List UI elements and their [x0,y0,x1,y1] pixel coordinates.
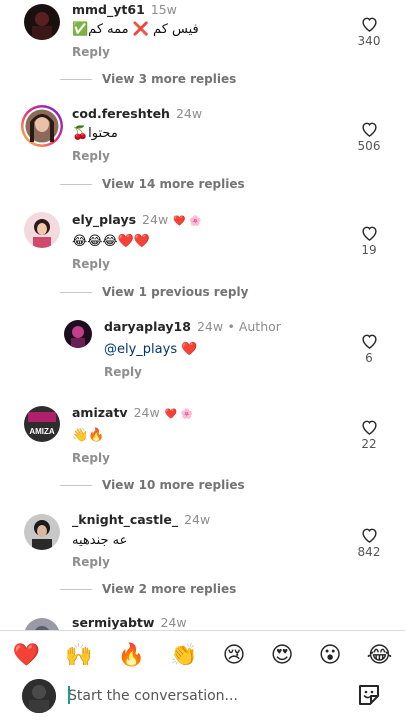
comment-time: 15w [150,2,177,17]
comment-text: فیس کم ❌ ممه کم✅ [72,22,199,37]
comment-time: 24w [196,319,224,334]
avatar[interactable] [24,212,60,248]
avatar[interactable] [24,514,60,550]
reply-button[interactable]: Reply [104,365,142,379]
comment-text-suffix: ❤️ [177,342,198,357]
like-count: 19 [361,243,377,257]
avatar[interactable] [24,618,60,630]
emoji-clapping[interactable]: 👏 [170,645,197,667]
view-more-replies[interactable]: View 14 more replies [60,177,245,191]
like-button[interactable]: 340 [349,16,389,48]
current-user-avatar [22,679,56,713]
comment-time: 24w [142,212,169,227]
emoji-heart-eyes[interactable]: 😍 [271,645,294,667]
heart-icon [361,420,377,435]
avatar[interactable]: AMIZA [24,406,60,442]
reply-button[interactable]: Reply [72,149,110,163]
comment-time: 24w [175,106,203,121]
comment-input[interactable] [68,686,338,706]
avatar[interactable] [64,320,92,348]
heart-icon [361,122,377,137]
comment-username[interactable]: sermiyabtw 24w [72,615,187,630]
comment-username[interactable]: amizatv 24w ❤️ 🌸 [72,405,193,420]
heart-icon [361,334,377,349]
avatar[interactable] [24,4,60,40]
like-button[interactable]: 6 [349,333,389,365]
comment-time: 24w [133,405,160,420]
comment-text: 😂😂😂❤️❤️ [72,234,150,249]
heart-icon [361,226,377,241]
like-count: 842 [357,545,381,559]
comment-text: 👋🔥 [72,428,105,443]
comment-username[interactable]: mmd_yt61 15w [72,2,177,17]
reply-button[interactable]: Reply [72,451,110,465]
emoji-raising-hands[interactable]: 🙌 [65,645,92,667]
like-button[interactable]: 506 [349,121,389,153]
reply-button[interactable]: Reply [72,555,110,569]
badge-icons: ❤️ 🌸 [164,409,194,420]
view-more-replies[interactable]: View 3 more replies [60,72,236,86]
emoji-heart[interactable]: ❤️ [13,645,40,667]
like-button[interactable]: 22 [349,419,389,451]
comments-list[interactable]: mmd_yt61 15w فیس کم ❌ ممه کم✅ Reply 340 V… [0,0,405,630]
author-label: • Author [227,319,281,334]
like-button[interactable]: 19 [349,225,389,257]
badge-icons: ❤️ 🌸 [173,216,202,227]
comment-username[interactable]: cod.fereshteh 24w [72,106,202,121]
comment-username[interactable]: ely_plays 24w ❤️ 🌸 [72,212,202,227]
reply-button[interactable]: Reply [72,257,110,271]
emoji-reaction-bar: ❤️ 🙌 🔥 👏 😢 😍 😮 😂 [0,636,405,676]
reply-button[interactable]: Reply [72,45,110,59]
comment-text: محتوا🍒 [72,126,118,141]
emoji-crying[interactable]: 😢 [223,645,246,667]
comment-time: 24w [184,512,211,527]
view-more-replies[interactable]: View 2 more replies [60,582,236,596]
comment-username[interactable]: _knight_castle_ 24w [72,512,210,527]
heart-icon [361,528,377,543]
comment-text: @ely_plays ❤️ [104,342,197,357]
like-button[interactable]: 842 [349,527,389,559]
comment-time: 24w [160,615,187,630]
avatar-text: AMIZA [29,427,55,436]
heart-icon [361,17,377,32]
comment-composer [0,678,405,720]
sticker-icon[interactable] [356,682,382,708]
comment-text: عه جندهیه [72,533,128,548]
divider [0,630,405,631]
comment-username[interactable]: daryaplay18 24w • Author [104,319,281,334]
view-previous-reply[interactable]: View 1 previous reply [60,285,248,299]
emoji-laughing[interactable]: 😂 [367,645,393,667]
avatar[interactable] [20,104,64,148]
like-count: 6 [365,351,373,365]
view-more-replies[interactable]: View 10 more replies [60,478,245,492]
like-count: 340 [357,34,381,48]
emoji-fire[interactable]: 🔥 [118,645,145,667]
emoji-surprised[interactable]: 😮 [319,645,342,667]
text-cursor [68,686,70,704]
mention-link[interactable]: @ely_plays [104,342,177,357]
like-count: 22 [361,437,377,451]
like-count: 506 [357,139,381,153]
